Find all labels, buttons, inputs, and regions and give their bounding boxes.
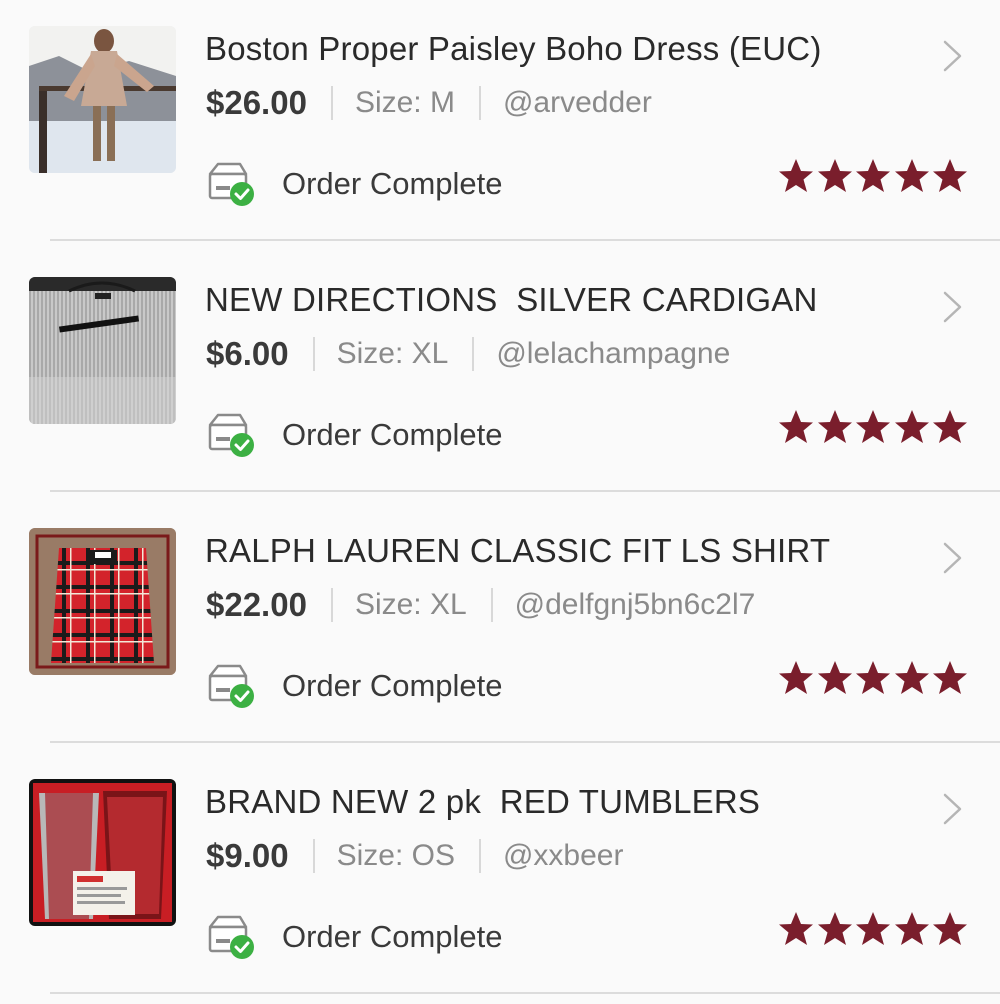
row-divider [50,490,1000,492]
separator [312,839,315,873]
star-icon [779,661,813,694]
size: Size: XL [354,588,467,621]
separator [472,337,475,371]
star-icon [894,159,929,192]
status-text: Order Complete [282,166,503,201]
product-thumbnail[interactable] [29,528,176,675]
package-check-icon [208,664,254,708]
chevron-right-icon[interactable] [940,540,966,576]
product-thumbnail[interactable] [29,779,176,926]
separator [330,588,333,622]
order-meta: $22.00 Size: XL @delfgnj5bn6c2l7 [206,586,755,624]
row-divider [50,992,1000,994]
product-title[interactable]: NEW DIRECTIONS SILVER CARDIGAN [205,281,818,319]
status-text: Order Complete [282,919,503,954]
star-icon [933,410,967,443]
star-icon [779,159,813,192]
chevron-right-icon[interactable] [940,791,966,827]
shirt-photo [29,528,176,675]
row-divider [50,741,1000,743]
package-check-icon [208,162,254,206]
product-thumbnail[interactable] [29,277,176,424]
order-meta: $6.00 Size: XL @lelachampagne [206,335,730,373]
star-icon [856,912,890,945]
order-row[interactable]: RALPH LAUREN CLASSIC FIT LS SHIRT $22.00… [0,502,1000,753]
star-icon [856,159,890,192]
seller-username[interactable]: @lelachampagne [496,337,730,371]
star-icon [779,912,813,945]
chevron-right-icon[interactable] [940,289,966,325]
order-row[interactable]: BRAND NEW 2 pk RED TUMBLERS $9.00 Size: … [0,753,1000,1004]
separator [490,588,493,622]
star-icon [933,912,967,945]
rating-stars [778,409,971,445]
size: Size: M [354,86,455,119]
package-check-icon [208,413,254,457]
star-icon [779,410,813,443]
rating-stars [778,158,971,194]
status-text: Order Complete [282,417,503,452]
order-list: Boston Proper Paisley Boho Dress (EUC) $… [0,0,1000,1000]
star-icon [817,912,852,945]
seller-username[interactable]: @xxbeer [503,839,624,873]
price: $9.00 [206,837,289,874]
order-status: Order Complete [206,913,503,961]
rating-stars [778,660,971,696]
separator [312,337,315,371]
price: $22.00 [206,586,307,623]
star-icon [856,410,890,443]
order-row[interactable]: NEW DIRECTIONS SILVER CARDIGAN $6.00 Siz… [0,251,1000,502]
size: Size: OS [336,839,455,872]
tumblers-photo [29,779,176,926]
order-status: Order Complete [206,411,503,459]
package-check-icon [208,915,254,959]
product-title[interactable]: Boston Proper Paisley Boho Dress (EUC) [205,30,822,68]
star-icon [894,912,929,945]
status-text: Order Complete [282,668,503,703]
size: Size: XL [336,337,449,370]
separator [478,86,481,120]
seller-username[interactable]: @arvedder [503,86,652,120]
order-meta: $26.00 Size: M @arvedder [206,84,652,122]
star-icon [817,159,852,192]
product-title[interactable]: RALPH LAUREN CLASSIC FIT LS SHIRT [205,532,830,570]
product-thumbnail[interactable] [29,26,176,173]
order-row[interactable]: Boston Proper Paisley Boho Dress (EUC) $… [0,0,1000,251]
order-meta: $9.00 Size: OS @xxbeer [206,837,623,875]
cardigan-photo [29,277,176,424]
star-icon [894,410,929,443]
product-title[interactable]: BRAND NEW 2 pk RED TUMBLERS [205,783,760,821]
separator [330,86,333,120]
order-status: Order Complete [206,160,503,208]
order-status: Order Complete [206,662,503,710]
separator [478,839,481,873]
star-icon [933,159,967,192]
star-icon [817,661,852,694]
row-divider [50,239,1000,241]
star-icon [933,661,967,694]
price: $26.00 [206,84,307,121]
star-icon [894,661,929,694]
chevron-right-icon[interactable] [940,38,966,74]
star-icon [817,410,852,443]
price: $6.00 [206,335,289,372]
star-icon [856,661,890,694]
dress-photo [29,26,176,173]
rating-stars [778,911,971,947]
seller-username[interactable]: @delfgnj5bn6c2l7 [515,588,756,622]
